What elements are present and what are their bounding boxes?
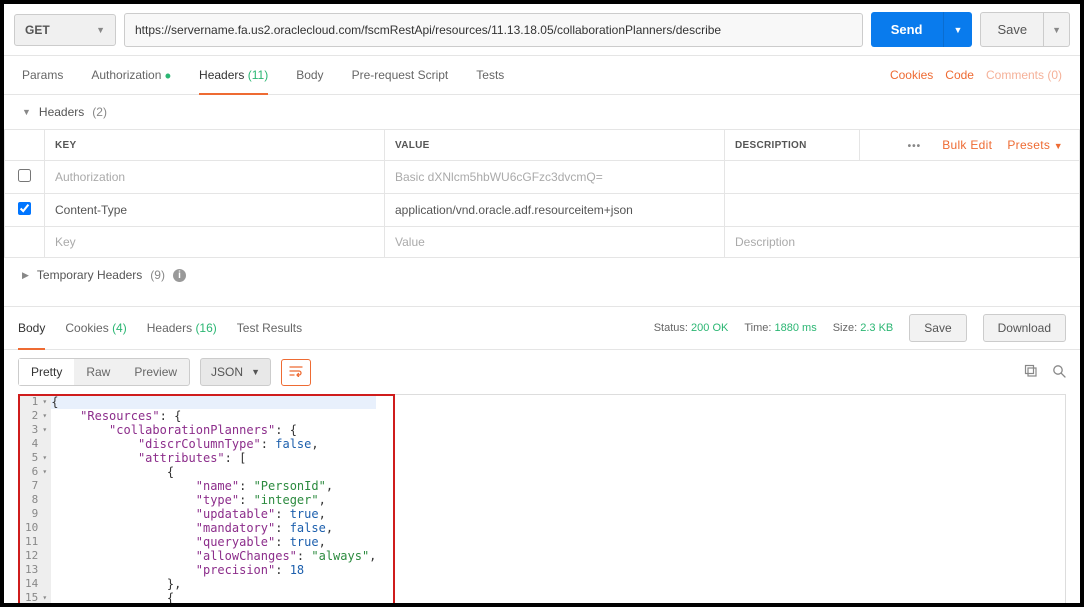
row-checkbox[interactable] (18, 202, 31, 215)
table-row-new[interactable]: Key Value Description (5, 227, 1080, 258)
response-body-code[interactable]: 123456789101112131415 { "Resources": { "… (18, 394, 1066, 606)
save-dropdown[interactable]: ▼ (1044, 12, 1070, 47)
cookies-link[interactable]: Cookies (890, 68, 933, 82)
comments-link[interactable]: Comments (0) (986, 68, 1062, 82)
save-button[interactable]: Save (980, 12, 1044, 47)
table-row[interactable]: Content-Type application/vnd.oracle.adf.… (5, 194, 1080, 227)
tab-prerequest[interactable]: Pre-request Script (352, 56, 449, 94)
tab-params[interactable]: Params (22, 56, 63, 94)
save-response-button[interactable]: Save (909, 314, 966, 342)
expand-toggle-icon[interactable]: ▶ (22, 270, 29, 281)
view-raw[interactable]: Raw (74, 359, 122, 385)
row-checkbox[interactable] (18, 169, 31, 182)
resp-tab-body[interactable]: Body (18, 313, 45, 343)
code-link[interactable]: Code (945, 68, 974, 82)
http-method-label: GET (25, 23, 50, 37)
chevron-down-icon: ▼ (96, 25, 105, 35)
search-icon[interactable] (1052, 364, 1066, 381)
resp-tab-tests[interactable]: Test Results (237, 313, 302, 343)
tab-tests[interactable]: Tests (476, 56, 504, 94)
view-preview[interactable]: Preview (122, 359, 189, 385)
copy-icon[interactable] (1024, 364, 1038, 381)
collapse-toggle-icon[interactable]: ▼ (22, 107, 31, 117)
info-icon[interactable]: i (173, 269, 186, 282)
http-method-select[interactable]: GET ▼ (14, 14, 116, 46)
resp-tab-cookies[interactable]: Cookies (4) (65, 313, 126, 343)
wrap-lines-icon[interactable] (281, 359, 311, 386)
headers-section-header[interactable]: ▼ Headers (2) (4, 95, 1080, 129)
chevron-down-icon: ▼ (1054, 141, 1063, 151)
resp-tab-headers[interactable]: Headers (16) (147, 313, 217, 343)
tab-authorization[interactable]: Authorization • (91, 56, 171, 94)
more-options-icon[interactable]: ••• (908, 141, 934, 152)
status-dot-icon: • (165, 66, 171, 86)
format-select[interactable]: JSON ▼ (200, 358, 271, 386)
col-key: KEY (45, 130, 385, 161)
temp-headers-section-header[interactable]: ▶ Temporary Headers (9) i (4, 258, 1080, 292)
url-input[interactable] (124, 13, 863, 47)
bulk-edit-link[interactable]: Bulk Edit (936, 138, 998, 152)
presets-link[interactable]: Presets ▼ (1001, 138, 1069, 152)
headers-table: KEY VALUE DESCRIPTION ••• Bulk Edit Pres… (4, 129, 1080, 258)
col-value: VALUE (385, 130, 725, 161)
send-button[interactable]: Send (871, 12, 943, 47)
col-description: DESCRIPTION (725, 130, 860, 161)
size-meta: Size: 2.3 KB (833, 322, 894, 334)
tab-headers[interactable]: Headers (11) (199, 56, 268, 94)
time-meta: Time: 1880 ms (744, 322, 816, 334)
view-pretty[interactable]: Pretty (19, 359, 74, 385)
table-row[interactable]: Authorization Basic dXNlcm5hbWU6cGFzc3dv… (5, 161, 1080, 194)
status-meta: Status: 200 OK (654, 322, 729, 334)
tab-body[interactable]: Body (296, 56, 323, 94)
chevron-down-icon: ▼ (251, 367, 260, 377)
view-mode-group: Pretty Raw Preview (18, 358, 190, 386)
download-button[interactable]: Download (983, 314, 1066, 342)
send-dropdown[interactable]: ▼ (943, 12, 973, 47)
